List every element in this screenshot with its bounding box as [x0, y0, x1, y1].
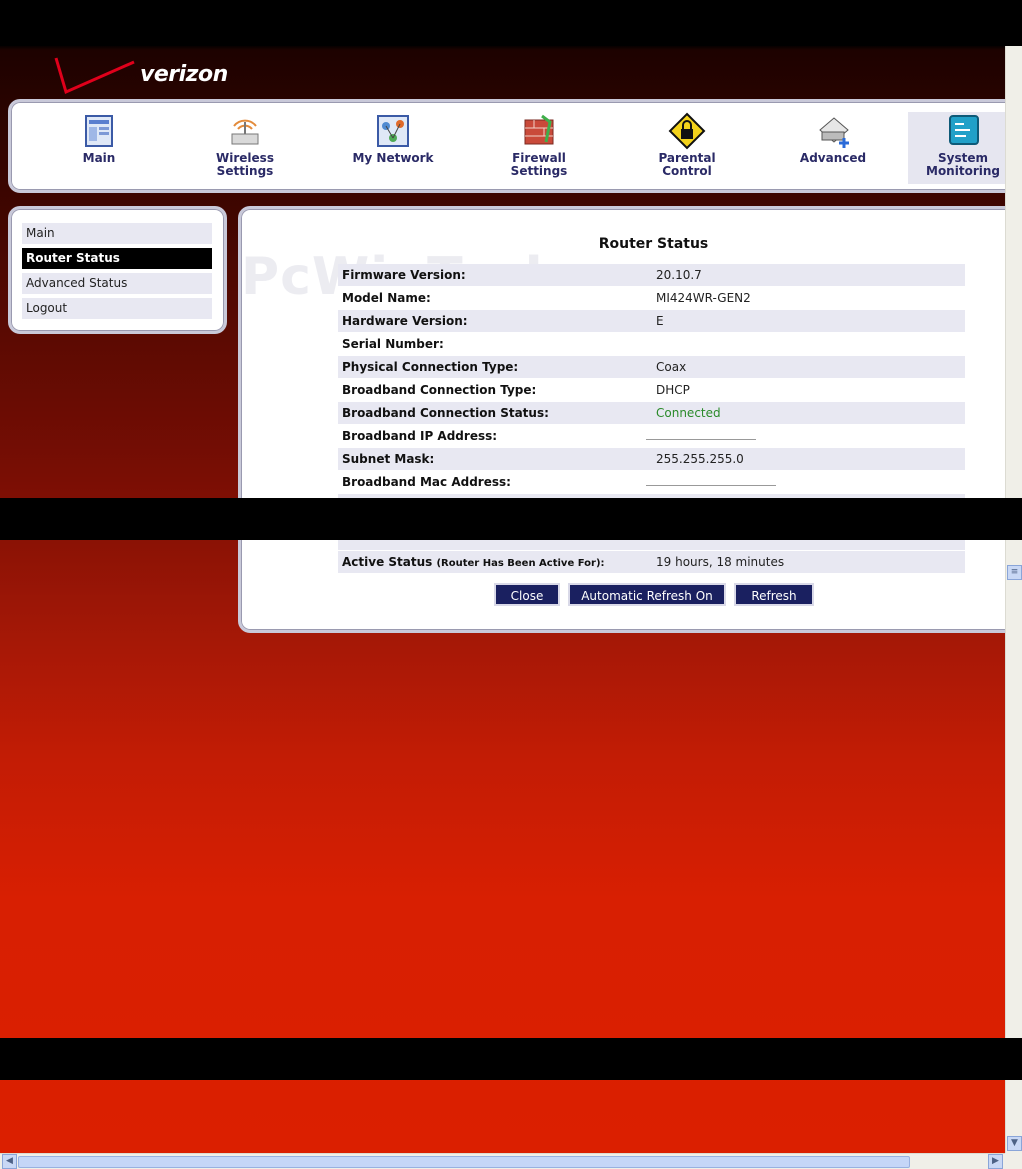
- monitor-icon: [949, 115, 979, 145]
- nav-wireless-settings[interactable]: Wireless Settings: [190, 112, 300, 184]
- firewall-icon: [524, 114, 554, 145]
- row-label: Broadband IP Address:: [338, 424, 652, 448]
- nav-firewall-label: Firewall Settings: [510, 151, 568, 178]
- table-row: Serial Number:: [338, 332, 965, 356]
- row-label: Firmware Version:: [338, 264, 652, 287]
- sidebar-item-router-status[interactable]: Router Status: [22, 248, 212, 269]
- network-icon: [377, 115, 409, 147]
- connection-status-value: Connected: [652, 401, 965, 425]
- active-status-subtitle: (Router Has Been Active For):: [436, 558, 605, 569]
- active-status-value: 19 hours, 18 minutes: [652, 550, 965, 574]
- row-value-redacted: [646, 424, 965, 448]
- nav-advanced[interactable]: Advanced: [778, 112, 888, 184]
- vertical-scrollbar[interactable]: ≡ ▼: [1005, 0, 1022, 1153]
- horizontal-scrollbar[interactable]: ◀ ▶: [0, 1153, 1005, 1169]
- active-status-label: Active Status (Router Has Been Active Fo…: [338, 550, 652, 574]
- row-value: MI424WR-GEN2: [652, 286, 965, 310]
- redaction-bar-middle: [0, 498, 1022, 540]
- nav-my-network-label: My Network: [352, 151, 434, 165]
- row-label: Broadband Mac Address:: [338, 470, 652, 494]
- close-button[interactable]: Close: [494, 583, 560, 606]
- nav-parental-label: Parental Control: [658, 151, 716, 178]
- lock-icon: [668, 112, 706, 150]
- active-status-title: Active Status: [342, 555, 433, 569]
- sidebar-menu: Main Router Status Advanced Status Logou…: [8, 206, 227, 334]
- nav-advanced-label: Advanced: [799, 151, 867, 165]
- row-label: Serial Number:: [338, 332, 652, 356]
- horizontal-scroll-thumb[interactable]: [18, 1156, 910, 1168]
- table-row: Firmware Version: 20.10.7: [338, 264, 965, 287]
- row-value-redacted: [652, 332, 965, 356]
- nav-system-monitoring-label: System Monitoring: [926, 151, 1000, 178]
- nav-main[interactable]: Main: [44, 112, 154, 184]
- row-label: Subnet Mask:: [338, 447, 652, 471]
- row-label: Broadband Connection Type:: [338, 378, 652, 402]
- wireless-icon: [231, 119, 259, 145]
- brand-name: verizon: [140, 62, 228, 87]
- sidebar-item-main[interactable]: Main: [22, 223, 212, 244]
- redaction-bar-top: [0, 0, 1022, 46]
- row-label: Hardware Version:: [338, 309, 652, 333]
- top-navigation: Main Wireless Settings My Network Firewa…: [8, 99, 1005, 193]
- scroll-down-icon[interactable]: ▼: [1007, 1136, 1022, 1151]
- row-label: Broadband Connection Status:: [338, 401, 652, 425]
- row-value: E: [652, 309, 965, 333]
- scrollbar-corner: [1005, 1153, 1022, 1169]
- nav-main-label: Main: [82, 151, 116, 165]
- table-row: Broadband Mac Address:: [338, 470, 965, 494]
- advanced-icon: [819, 117, 849, 148]
- table-row: Model Name: MI424WR-GEN2: [338, 286, 965, 310]
- row-label: Model Name:: [338, 286, 652, 310]
- table-row: Physical Connection Type: Coax: [338, 355, 965, 379]
- scroll-thumb-grip-icon[interactable]: ≡: [1007, 565, 1022, 580]
- refresh-button[interactable]: Refresh: [734, 583, 814, 606]
- nav-firewall-settings[interactable]: Firewall Settings: [484, 112, 594, 184]
- table-row: Hardware Version: E: [338, 309, 965, 333]
- main-icon: [85, 115, 113, 147]
- page-viewport: verizon Main Wireless Settings My Networ…: [0, 0, 1005, 1153]
- sidebar-item-logout[interactable]: Logout: [22, 298, 212, 319]
- row-value: 255.255.255.0: [652, 447, 965, 471]
- nav-my-network[interactable]: My Network: [338, 112, 448, 184]
- table-row: Broadband Connection Type: DHCP: [338, 378, 965, 402]
- automatic-refresh-button[interactable]: Automatic Refresh On: [568, 583, 726, 606]
- table-row: Active Status (Router Has Been Active Fo…: [338, 550, 965, 574]
- scroll-left-icon[interactable]: ◀: [2, 1154, 17, 1169]
- row-label: Physical Connection Type:: [338, 355, 652, 379]
- checkmark-logo-icon: [54, 57, 135, 95]
- nav-system-monitoring[interactable]: System Monitoring: [908, 112, 1005, 184]
- verizon-logo: verizon: [52, 54, 242, 98]
- row-value: Coax: [652, 355, 965, 379]
- table-row: Subnet Mask: 255.255.255.0: [338, 447, 965, 471]
- router-status-panel: PcWinTech.com Router Status Firmware Ver…: [238, 206, 1005, 633]
- nav-parental-control[interactable]: Parental Control: [632, 112, 742, 184]
- page-title: Router Status: [598, 236, 709, 252]
- row-value: 20.10.7: [652, 264, 965, 287]
- nav-wireless-label: Wireless Settings: [216, 151, 274, 178]
- row-value-redacted: [646, 470, 965, 494]
- sidebar-item-advanced-status[interactable]: Advanced Status: [22, 273, 212, 294]
- table-row: Broadband Connection Status: Connected: [338, 401, 965, 425]
- scroll-right-icon[interactable]: ▶: [988, 1154, 1003, 1169]
- redaction-bar-bottom: [0, 1038, 1022, 1080]
- table-row: Broadband IP Address:: [338, 424, 965, 448]
- row-value: DHCP: [652, 378, 965, 402]
